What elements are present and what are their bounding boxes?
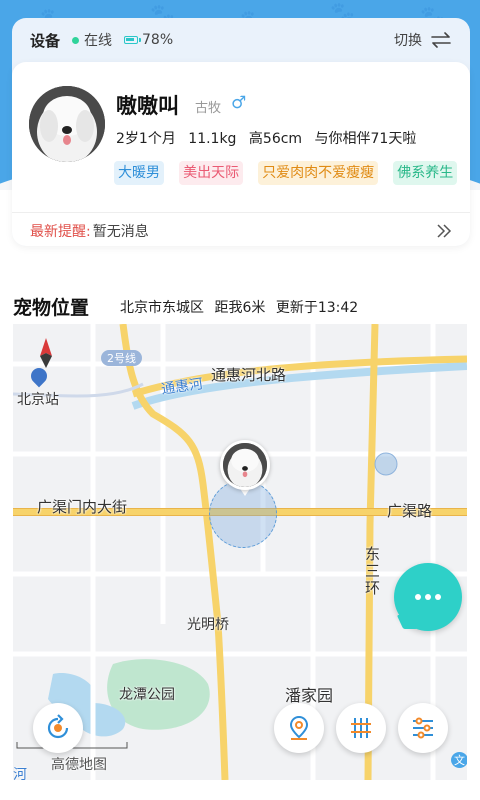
map-settings-button[interactable]	[398, 703, 448, 753]
reminder-text: 暂无消息	[92, 224, 149, 240]
switch-device-button[interactable]: 切换	[394, 30, 452, 50]
pet-location-pin[interactable]	[220, 440, 270, 500]
swap-arrows-icon	[431, 32, 451, 48]
map-poi-marker: 文	[451, 752, 467, 768]
pin-head	[220, 440, 270, 490]
map-brand-label: 高德地图	[51, 757, 107, 773]
pet-height: 高56cm	[248, 131, 303, 147]
device-status-bar: 设备 在线 78% 切换	[12, 18, 470, 62]
pet-tag: 大暖男	[114, 161, 164, 185]
divider	[12, 212, 470, 213]
pet-breed: 古牧	[195, 101, 222, 116]
location-updated-time: 更新于13:42	[275, 300, 359, 316]
map-label-panjiayuan: 潘家园	[285, 686, 334, 705]
map-label-longtan-park: 龙潭公园	[119, 687, 175, 703]
dog-avatar-icon	[29, 86, 105, 162]
device-title: 设备	[30, 31, 61, 50]
map-label-guangming-bridge: 光明桥	[187, 617, 229, 633]
switch-label: 切换	[394, 33, 422, 49]
chat-button[interactable]	[394, 563, 462, 631]
fence-icon	[351, 718, 371, 738]
pet-tags: 大暖男 美出天际 只爱肉肉不爱瘦瘦 佛系养生	[114, 161, 470, 187]
battery-level: 78%	[142, 32, 174, 48]
map-label-metro-line: 2号线	[101, 350, 142, 366]
pet-avatar[interactable]	[29, 86, 105, 162]
dog-avatar-icon	[223, 443, 267, 487]
geofence-button[interactable]	[336, 703, 386, 753]
pet-tag: 只爱肉肉不爱瘦瘦	[258, 161, 379, 185]
double-chevron-right-icon	[437, 224, 452, 238]
male-gender-icon: ♂	[231, 93, 247, 113]
map-label-tonghuihe-north-road: 通惠河北路	[211, 366, 287, 384]
pet-profile-card[interactable]: 嗷嗷叫 古牧 ♂ 2岁1个月 11.1kg 高56cm 与你相伴71天啦 大暖男…	[12, 62, 470, 246]
refresh-location-button[interactable]	[33, 703, 83, 753]
location-pin-button[interactable]	[274, 703, 324, 753]
refresh-icon	[47, 714, 69, 739]
location-info: 北京市东城区 距我6米 更新于13:42	[120, 297, 364, 317]
online-status-dot-icon	[72, 36, 80, 44]
pet-age: 2岁1个月	[116, 131, 176, 147]
location-distance: 距我6米	[214, 300, 266, 316]
north-compass-icon[interactable]	[39, 338, 53, 368]
map-label-river-partial: 河	[13, 767, 27, 780]
online-status-text: 在线	[84, 33, 113, 49]
sliders-icon	[413, 717, 433, 739]
pet-weight: 11.1kg	[188, 131, 237, 147]
pin-dog-avatar	[223, 443, 267, 487]
pet-tag: 佛系养生	[393, 161, 458, 185]
pet-companion-days: 与你相伴71天啦	[314, 131, 417, 147]
pet-tag: 美出天际	[179, 161, 244, 185]
map-label-guangqumen-inner-street: 广渠门内大街	[37, 498, 128, 516]
map-label-guangqu-road: 广渠路	[387, 502, 433, 520]
location-district: 北京市东城区	[120, 300, 204, 316]
battery-icon	[124, 36, 142, 44]
map-pin-icon	[289, 715, 309, 740]
reminder-label: 最新提醒:	[30, 224, 91, 240]
map-label-east-third-ring: 东三环	[363, 546, 381, 597]
latest-reminder-row[interactable]: 最新提醒: 暂无消息	[30, 221, 452, 241]
chat-dots-icon	[415, 594, 441, 600]
map-label-beijing-station: 北京站	[17, 392, 59, 408]
map-roads	[13, 324, 467, 780]
pet-name: 嗷嗷叫	[116, 94, 179, 118]
pet-location-map[interactable]: 北京站 2号线 通惠河 通惠河北路 广渠门内大街 广渠路 东三环 光明桥 龙潭公…	[13, 324, 467, 780]
pet-stats: 2岁1个月 11.1kg 高56cm 与你相伴71天啦	[116, 128, 424, 148]
pet-location-title: 宠物位置	[13, 297, 90, 319]
